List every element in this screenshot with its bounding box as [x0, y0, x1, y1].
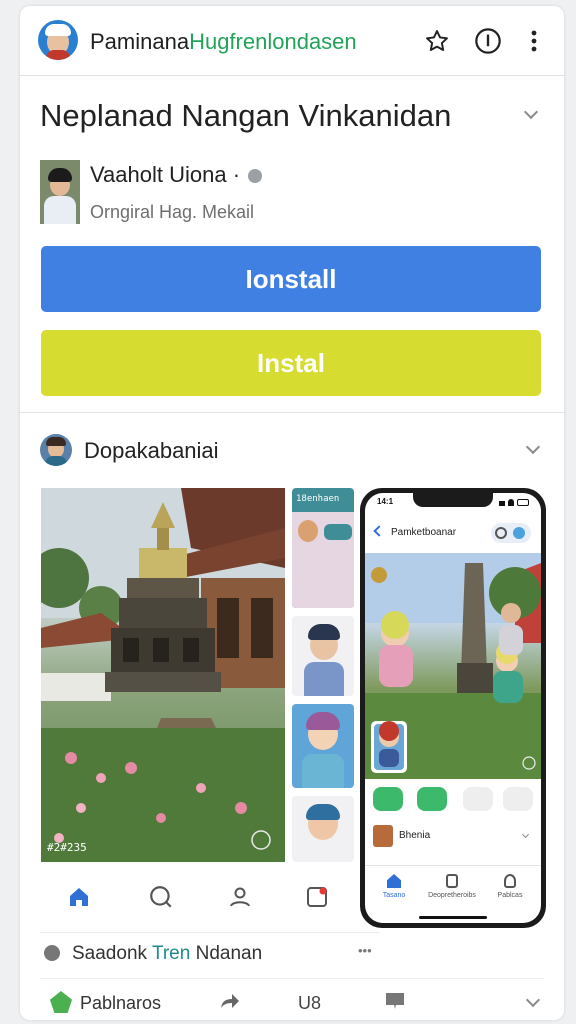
home-icon[interactable] — [64, 882, 94, 912]
phone-refresh-icon[interactable] — [495, 527, 507, 539]
phone-screen-title: Pamketboanar — [391, 527, 457, 538]
phone-action-icon[interactable] — [513, 527, 525, 539]
comment-icon[interactable] — [386, 993, 404, 1009]
screenshot-main[interactable]: #2#235 — [41, 488, 285, 862]
share-icon[interactable] — [220, 993, 240, 1009]
footer-chevron-icon[interactable] — [525, 992, 541, 1008]
phone-user-chevron-icon[interactable] — [521, 830, 530, 839]
screenshot-caption: #2#235 — [47, 841, 87, 854]
phone-action-gray-2[interactable] — [503, 787, 533, 811]
app-detail-card: PaminanaHugfrenlondasen Neplanad Nangan … — [20, 6, 564, 1020]
related-row[interactable]: Saadonk Tren Ndanan ••• — [40, 932, 380, 968]
install-button[interactable]: Ionstall — [41, 246, 541, 312]
app-title-row[interactable]: Neplanad Nangan Vinkanidan — [40, 98, 544, 138]
related-more-icon[interactable]: ••• — [358, 943, 372, 958]
star-icon[interactable] — [422, 26, 452, 56]
phone-nav-profile-label: Pablcas — [497, 892, 523, 899]
status-icons — [499, 498, 529, 506]
phone-scene-illustration — [365, 553, 541, 779]
footer-count: U8 — [298, 993, 322, 1013]
phone-app-header: Pamketboanar — [365, 515, 541, 551]
thumbnail-1[interactable]: 18enhaen — [292, 488, 354, 608]
publisher-thumbnail — [40, 160, 80, 224]
notification-icon[interactable] — [302, 882, 332, 912]
related-label-main: Saadonk — [72, 943, 152, 964]
phone-preview: 14:1 Pamketboanar Bhenia Tasano Deopreth… — [360, 488, 546, 928]
section-header[interactable]: Dopakabaniai — [40, 432, 544, 468]
phone-nav-discover-label: Deopretheroibs — [428, 892, 476, 899]
phone-nav-discover[interactable]: Deopretheroibs — [423, 874, 481, 899]
phone-screen: 14:1 Pamketboanar Bhenia Tasano Deopreth… — [365, 493, 541, 923]
temple-scene-illustration — [41, 488, 285, 862]
phone-nav-home-label: Tasano — [382, 892, 406, 899]
thumbnail-header-text: 18enhaen — [296, 494, 340, 504]
thumbnail-2[interactable] — [292, 616, 354, 696]
verified-icon — [248, 169, 263, 184]
top-bar: PaminanaHugfrenlondasen — [20, 6, 564, 76]
related-label-tail: Ndanan — [190, 943, 263, 964]
phone-user-name: Bhenia — [399, 830, 431, 841]
app-title: Neplanad Nangan Vinkanidan — [40, 98, 452, 133]
related-label-accent: Tren — [151, 943, 191, 964]
phone-action-row — [373, 787, 533, 815]
phone-action-green-1[interactable] — [373, 787, 403, 811]
publisher-name-text: Vaaholt Uiona · — [90, 162, 241, 187]
clock-icon — [44, 945, 60, 961]
phone-user-avatar — [373, 825, 393, 847]
app-bar-title-accent: Hugfrenlondasen — [189, 29, 357, 54]
phone-nav-home[interactable]: Tasano — [365, 874, 423, 899]
phone-home-indicator — [419, 916, 487, 919]
phone-notch — [413, 493, 493, 507]
profile-icon[interactable] — [225, 882, 255, 912]
thumbnail-3[interactable] — [292, 704, 354, 788]
account-avatar[interactable] — [38, 20, 78, 60]
footer-row: Pablnaros U8 — [40, 978, 544, 1018]
thumbnail-4[interactable] — [292, 796, 354, 862]
secondary-install-button[interactable]: Instal — [41, 330, 541, 396]
footer-leaf-icon — [50, 991, 72, 1013]
phone-home-icon — [387, 874, 401, 888]
publisher-subtitle: Orngiral Hag. Mekail — [90, 202, 255, 222]
section-chevron-icon[interactable] — [525, 439, 541, 455]
phone-discover-icon — [446, 874, 458, 888]
phone-profile-icon — [504, 874, 516, 888]
phone-bottom-nav: Tasano Deopretheroibs Pablcas — [365, 865, 541, 923]
phone-screen-image[interactable] — [365, 553, 541, 779]
info-icon[interactable] — [473, 26, 503, 56]
phone-action-green-2[interactable] — [417, 787, 447, 811]
app-bar-title-main: Paminana — [90, 29, 190, 54]
status-time: 14:1 — [377, 497, 394, 506]
related-label: Saadonk Tren Ndanan — [72, 943, 262, 965]
divider — [20, 412, 564, 413]
section-title: Dopakabaniai — [84, 438, 219, 463]
bottom-icon-row — [20, 872, 360, 922]
back-arrow-icon[interactable] — [373, 525, 385, 537]
phone-action-gray-1[interactable] — [463, 787, 493, 811]
footer-label: Pablnaros — [80, 993, 162, 1013]
more-vert-icon[interactable] — [520, 26, 548, 56]
phone-user-row[interactable]: Bhenia — [373, 825, 533, 849]
thumbnail-strip: 18enhaen — [292, 488, 358, 862]
section-avatar — [40, 434, 72, 466]
search-icon[interactable] — [146, 882, 176, 912]
publisher-name[interactable]: Vaaholt Uiona · — [90, 162, 263, 188]
phone-nav-profile[interactable]: Pablcas — [481, 874, 539, 899]
app-bar-title: PaminanaHugfrenlondasen — [90, 29, 357, 55]
